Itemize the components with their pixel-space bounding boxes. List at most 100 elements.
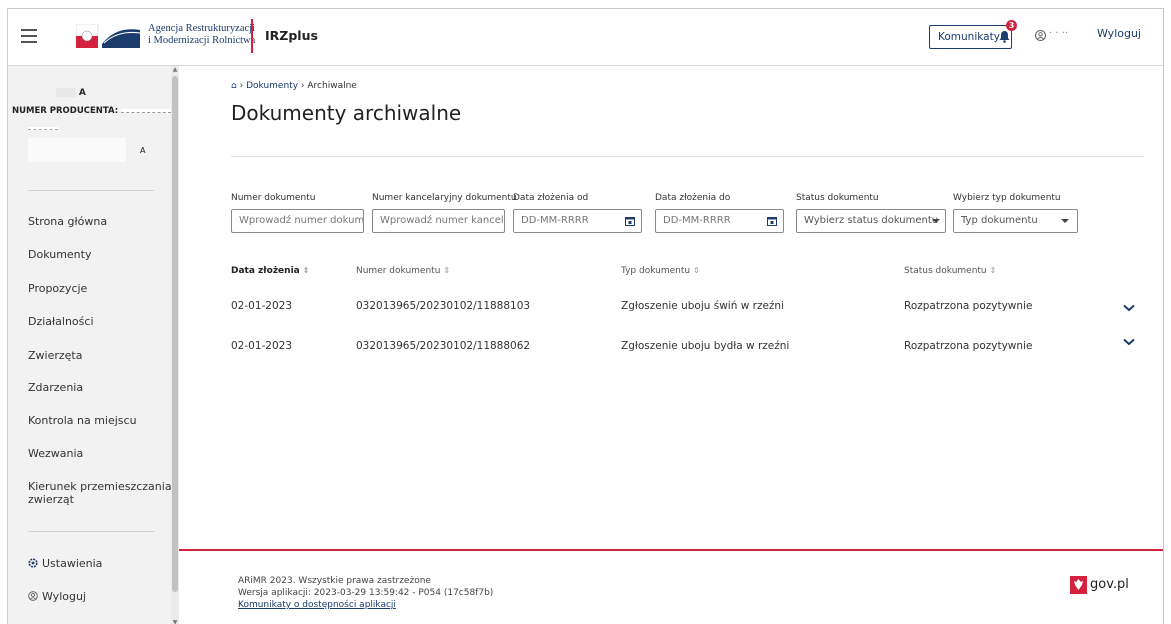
status-select[interactable]: Wybierz status dokumentu: [796, 209, 946, 233]
sidebar-item-summons[interactable]: Wezwania: [28, 447, 83, 460]
chevron-down-icon: [932, 219, 940, 223]
breadcrumb: ⌂ › Dokumenty › Archiwalne: [231, 81, 357, 91]
filter-doc-number: Numer dokumentu Wprowadź numer dokum: [231, 193, 364, 233]
settings-label: Ustawienia: [42, 557, 103, 570]
title-divider: [231, 156, 1144, 157]
filter-type: Wybierz typ dokumentu Typ dokumentu: [953, 193, 1078, 233]
sort-icon: ⇕: [443, 266, 451, 275]
sidebar-item-events[interactable]: Zdarzenia: [28, 381, 83, 394]
chancery-number-label: Numer kancelaryjny dokumentu: [372, 193, 517, 203]
sidebar-item-activities[interactable]: Działalności: [28, 315, 94, 328]
breadcrumb-separator: ›: [239, 81, 244, 91]
notification-badge: 3: [1006, 20, 1017, 31]
user-info-name: A: [56, 88, 86, 98]
chancery-number-input[interactable]: Wprowadź numer kancela: [372, 209, 505, 233]
column-header-type-label: Typ dokumentu: [621, 266, 691, 276]
row-number: 032013965/20230102/11888103: [356, 300, 531, 312]
filter-chancery-number: Numer kancelaryjny dokumentu Wprowadź nu…: [372, 193, 517, 233]
user-circle-icon: [28, 591, 38, 601]
doc-number-input[interactable]: Wprowadź numer dokum: [231, 209, 364, 233]
gov-pl-label: gov.pl: [1090, 577, 1129, 592]
address-line: [28, 124, 58, 134]
accessibility-link[interactable]: Komunikaty o dostępności aplikacji: [238, 600, 396, 610]
address-block: A: [28, 138, 148, 162]
agency-line1: Agencja Restrukturyzacji: [148, 23, 255, 34]
column-header-date-label: Data złożenia: [231, 266, 300, 276]
sidebar-logout-label: Wyloguj: [42, 590, 86, 603]
row-status: Rozpatrzona pozytywnie: [904, 340, 1033, 352]
header-divider: [251, 19, 253, 53]
filter-status: Status dokumentu Wybierz status dokument…: [796, 193, 946, 233]
producer-number: NUMER PRODUCENTA:: [12, 106, 172, 116]
type-select[interactable]: Typ dokumentu: [953, 209, 1078, 233]
sidebar-divider-bottom: [28, 531, 154, 532]
home-icon[interactable]: ⌂: [231, 81, 237, 91]
app-name: IRZplus: [265, 28, 318, 43]
calendar-icon[interactable]: [767, 216, 777, 226]
hamburger-menu-icon[interactable]: [21, 29, 37, 43]
sidebar-scrollbar[interactable]: ▲ ▼: [171, 66, 179, 624]
column-header-number-label: Numer dokumentu: [356, 266, 441, 276]
sort-icon: ⇕: [989, 266, 997, 275]
column-header-date[interactable]: Data złożenia ⇕: [231, 266, 309, 276]
sidebar-item-documents[interactable]: Dokumenty: [28, 248, 91, 261]
agency-line2: i Modernizacji Rolnictwa: [148, 35, 256, 46]
movement-direction-line1: Kierunek przemieszczania: [28, 480, 172, 493]
sidebar-item-settings[interactable]: Ustawienia: [28, 557, 102, 570]
sidebar: A NUMER PRODUCENTA: A Strona główna Doku…: [8, 66, 179, 624]
sidebar-divider: [28, 190, 154, 191]
column-header-status[interactable]: Status dokumentu ⇕: [904, 266, 996, 276]
gear-icon: [28, 558, 38, 568]
user-icon: [1035, 30, 1046, 41]
arimr-logo: [76, 24, 141, 48]
footer-copyright: ARiMR 2023. Wszystkie prawa zastrzeżone: [238, 576, 431, 586]
logout-link[interactable]: Wyloguj: [1097, 27, 1141, 40]
sort-icon: ⇕: [302, 266, 310, 275]
filter-date-from: Data złożenia od DD-MM-RRRR: [513, 193, 642, 233]
type-label: Wybierz typ dokumentu: [953, 193, 1061, 203]
column-header-number[interactable]: Numer dokumentu ⇕: [356, 266, 450, 276]
polish-emblem-icon: [1070, 576, 1087, 594]
column-header-type[interactable]: Typ dokumentu ⇕: [621, 266, 700, 276]
user-letter: A: [78, 88, 86, 98]
row-status: Rozpatrzona pozytywnie: [904, 300, 1033, 312]
sidebar-item-onsite-control[interactable]: Kontrola na miejscu: [28, 414, 137, 427]
row-type: Zgłoszenie uboju bydła w rzeźni: [621, 340, 790, 352]
breadcrumb-documents[interactable]: Dokumenty: [246, 81, 298, 91]
date-to-placeholder: DD-MM-RRRR: [663, 215, 731, 226]
app-window: Agencja Restrukturyzacji i Modernizacji …: [7, 8, 1164, 624]
status-select-value: Wybierz status dokumentu: [804, 215, 939, 226]
sidebar-item-home[interactable]: Strona główna: [28, 215, 107, 228]
breadcrumb-separator: ›: [300, 81, 305, 91]
komunikaty-label: Komunikaty: [938, 31, 1000, 43]
footer-divider: [179, 549, 1163, 551]
komunikaty-button[interactable]: Komunikaty 3: [929, 20, 1017, 49]
row-date: 02-01-2023: [231, 300, 293, 312]
chevron-down-icon[interactable]: [1123, 338, 1135, 346]
date-to-label: Data złożenia do: [655, 193, 731, 203]
gov-pl-logo[interactable]: gov.pl: [1070, 576, 1150, 596]
producer-label: NUMER PRODUCENTA:: [12, 106, 119, 116]
calendar-icon[interactable]: [625, 216, 635, 226]
scroll-up-icon[interactable]: ▲: [172, 66, 178, 73]
row-type: Zgłoszenie uboju świń w rzeźni: [621, 300, 784, 312]
status-label: Status dokumentu: [796, 193, 879, 203]
date-from-input[interactable]: DD-MM-RRRR: [513, 209, 642, 233]
column-header-status-label: Status dokumentu: [904, 266, 987, 276]
scroll-down-icon[interactable]: ▼: [172, 619, 178, 624]
sidebar-item-logout[interactable]: Wyloguj: [28, 590, 86, 603]
sidebar-item-movement-direction[interactable]: Kierunek przemieszczania zwierząt: [28, 480, 172, 506]
movement-direction-line2: zwierząt: [28, 493, 74, 506]
producer-letter: A: [140, 146, 146, 155]
chevron-down-icon[interactable]: [1123, 304, 1135, 312]
date-to-input[interactable]: DD-MM-RRRR: [655, 209, 784, 233]
sidebar-item-proposals[interactable]: Propozycje: [28, 282, 87, 295]
user-name: · · ··: [1049, 28, 1069, 39]
footer-version: Wersja aplikacji: 2023-03-29 13:59:42 - …: [238, 588, 494, 598]
scroll-thumb[interactable]: [172, 76, 178, 592]
filter-date-to: Data złożenia do DD-MM-RRRR: [655, 193, 784, 233]
page-title: Dokumenty archiwalne: [231, 101, 462, 125]
row-date: 02-01-2023: [231, 340, 293, 352]
type-select-value: Typ dokumentu: [961, 215, 1038, 226]
sidebar-item-animals[interactable]: Zwierzęta: [28, 349, 82, 362]
